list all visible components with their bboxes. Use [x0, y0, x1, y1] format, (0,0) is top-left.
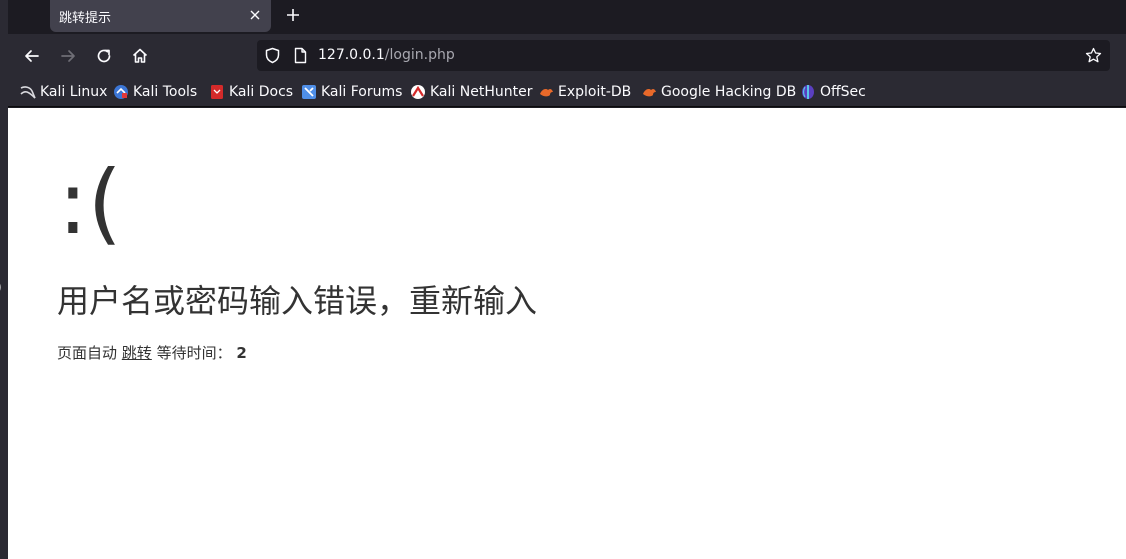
forward-arrow-icon[interactable]: [58, 46, 78, 66]
new-tab-plus-icon[interactable]: [284, 6, 302, 24]
window-left-edge: ): [0, 0, 8, 559]
redirect-link[interactable]: 跳转: [122, 344, 152, 362]
bookmark-label: Kali NetHunter: [430, 84, 533, 100]
bookmark-exploit-db[interactable]: Exploit-DB: [538, 82, 631, 102]
tracking-shield-icon[interactable]: [264, 47, 281, 64]
bookmark-label: Kali Tools: [133, 84, 198, 100]
url-host: 127.0.0.1: [318, 47, 385, 63]
home-icon[interactable]: [130, 46, 150, 66]
bookmark-kali-tools[interactable]: Kali Tools: [113, 82, 197, 102]
bookmarks-toolbar: Kali Linux Kali Tools Kali Docs Kali For…: [8, 78, 1126, 107]
bookmark-label: Exploit-DB: [558, 84, 632, 100]
bookmark-kali-docs[interactable]: Kali Docs: [209, 82, 293, 102]
tab-title: 跳转提示: [59, 11, 112, 26]
exploit-db-icon: [540, 88, 553, 97]
close-icon[interactable]: [247, 7, 263, 23]
sad-face-emoticon: :(: [58, 151, 122, 254]
bookmark-label: Kali Forums: [321, 84, 403, 100]
bookmark-label: OffSec: [820, 84, 866, 100]
bookmark-kali-nethunter[interactable]: Kali NetHunter: [410, 82, 532, 102]
kali-tools-icon: [114, 85, 128, 99]
ghdb-icon: [643, 88, 656, 97]
nethunter-icon: [411, 85, 425, 99]
wait-seconds: 2: [236, 344, 247, 362]
navigation-toolbar: 127.0.0.1/login.php: [8, 34, 1126, 78]
tab-active[interactable]: 跳转提示: [50, 0, 271, 32]
bookmark-label: Kali Linux: [40, 84, 108, 100]
bookmark-kali-forums[interactable]: Kali Forums: [301, 82, 402, 102]
url-path: /login.php: [384, 47, 455, 63]
bookmark-label: Google Hacking DB: [661, 84, 797, 100]
address-bar[interactable]: 127.0.0.1/login.php: [257, 40, 1110, 71]
bookmark-label: Kali Docs: [229, 84, 294, 100]
bookmark-kali-linux[interactable]: Kali Linux: [20, 82, 107, 102]
back-arrow-icon[interactable]: [22, 46, 42, 66]
wait-label: 等待时间：: [156, 344, 232, 362]
bookmark-google-hacking-db[interactable]: Google Hacking DB: [641, 82, 796, 102]
page-info-icon[interactable]: [292, 47, 309, 64]
error-message: 用户名或密码输入错误，重新输入: [57, 282, 538, 320]
bookmark-offsec[interactable]: OffSec: [800, 82, 866, 102]
kali-dragon-icon: [20, 86, 36, 99]
kali-forums-icon: [302, 85, 316, 99]
tab-bar: 跳转提示: [8, 0, 1126, 34]
edge-glyph: ): [0, 278, 2, 296]
redirect-notice: 页面自动 跳转 等待时间： 2: [57, 342, 247, 363]
page-content: :( 用户名或密码输入错误，重新输入 页面自动 跳转 等待时间： 2: [8, 108, 1126, 559]
url-text[interactable]: 127.0.0.1/login.php: [318, 47, 455, 63]
reload-icon[interactable]: [94, 46, 114, 66]
bookmark-star-icon[interactable]: [1085, 47, 1102, 64]
kali-docs-icon: [211, 85, 223, 99]
offsec-icon: [802, 85, 814, 99]
redirect-prefix: 页面自动: [57, 344, 118, 362]
